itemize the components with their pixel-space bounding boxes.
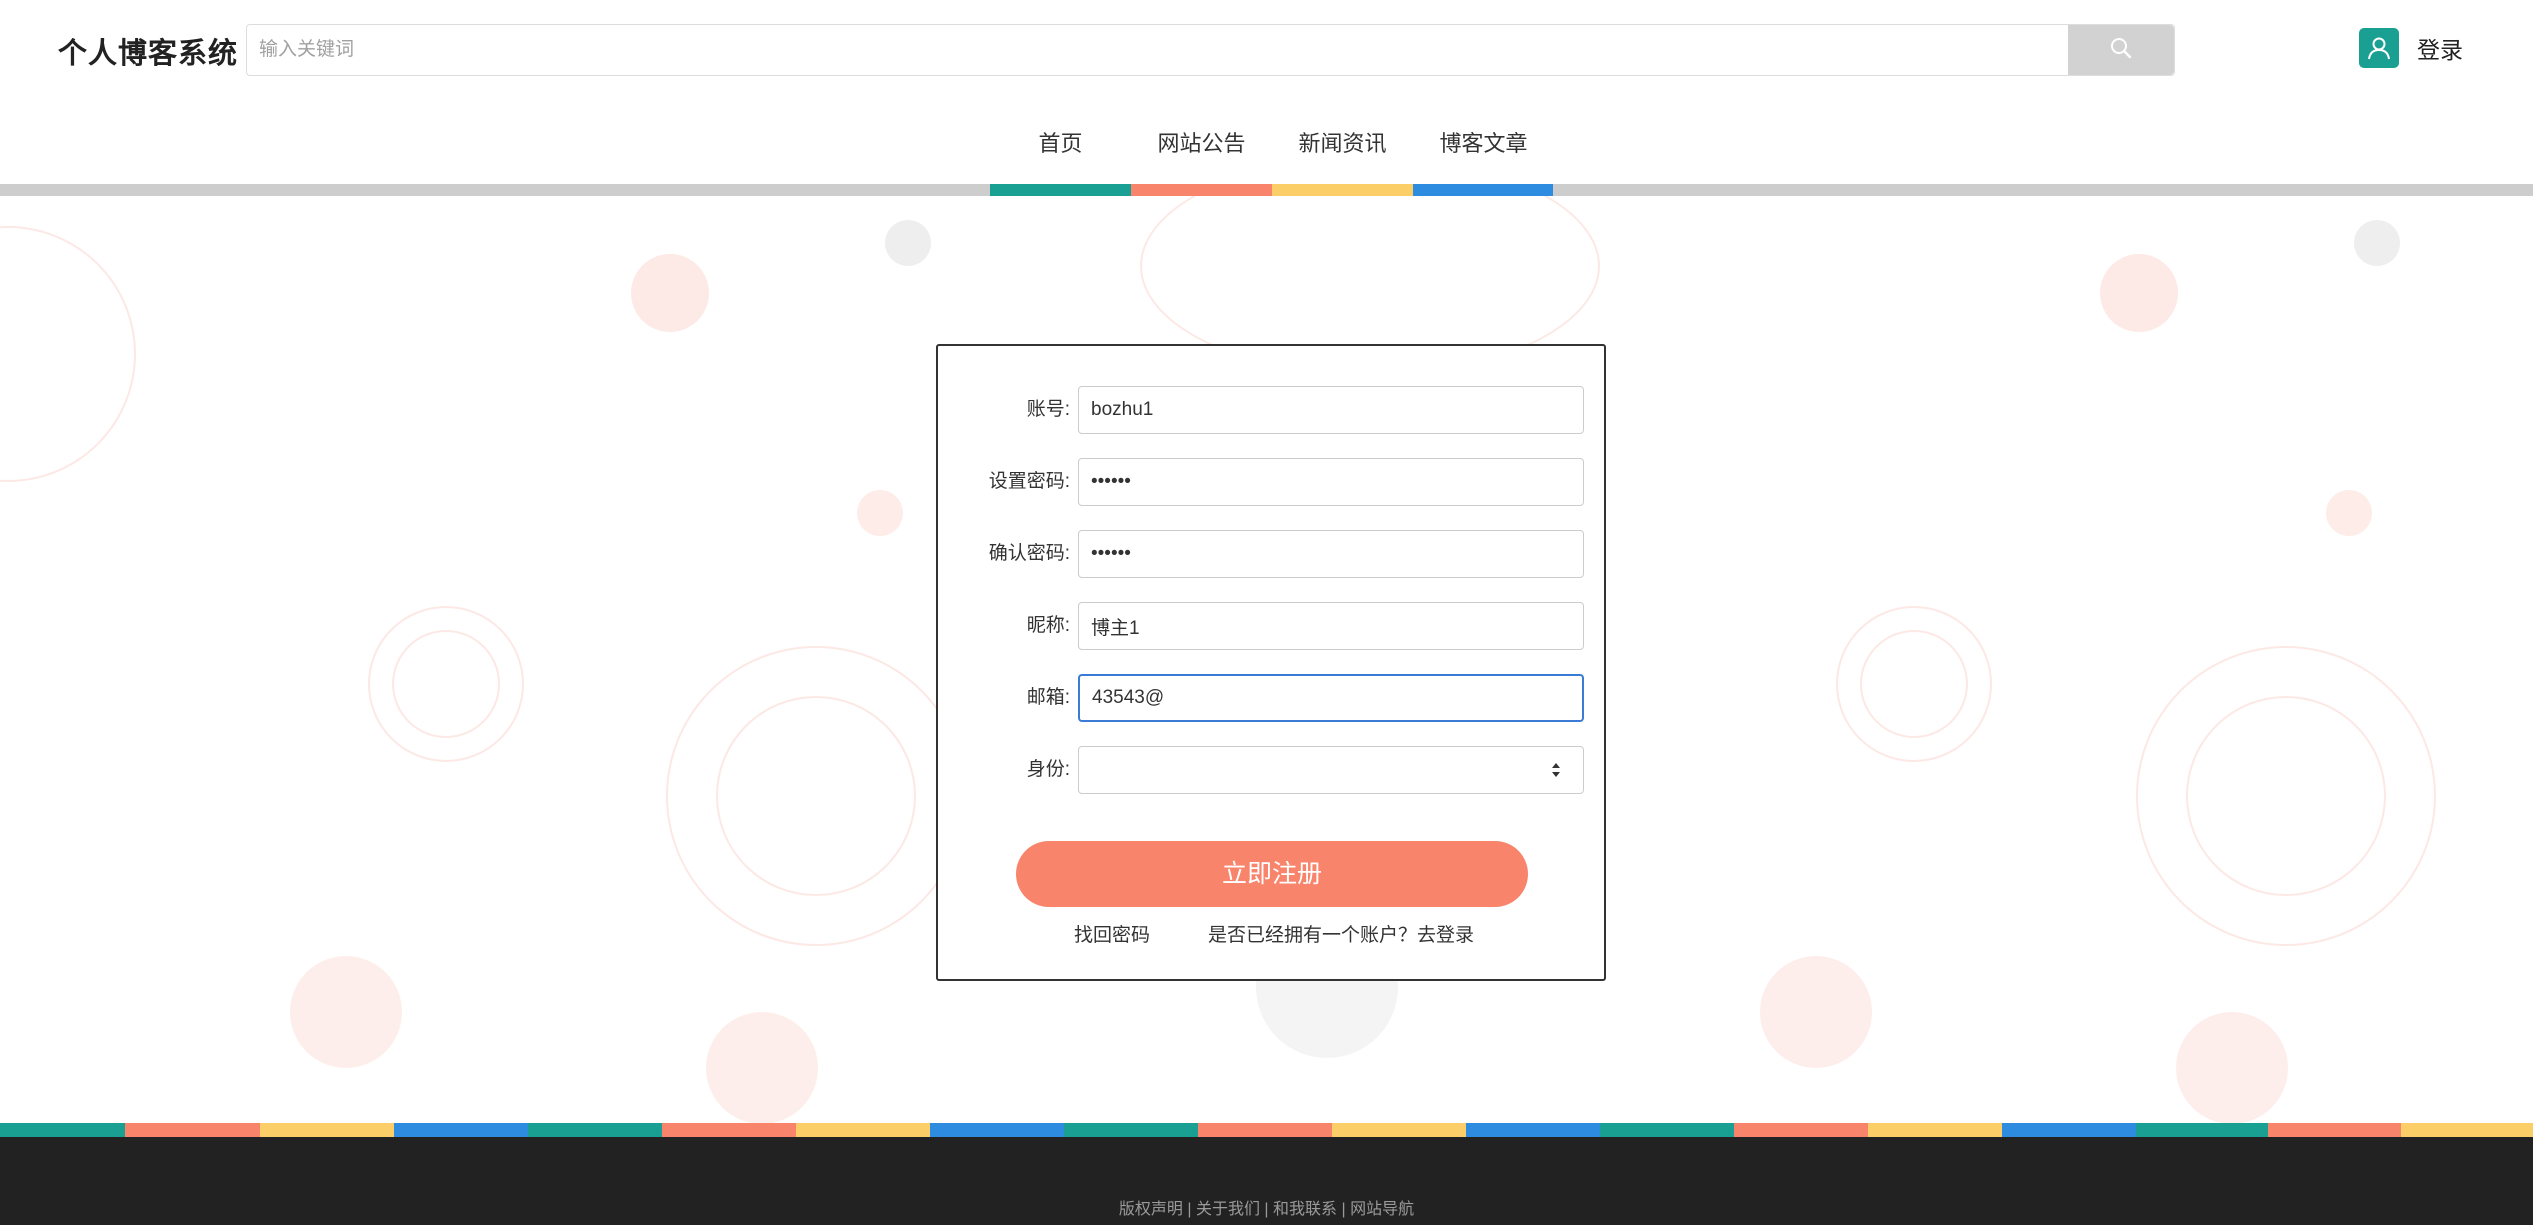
footer-strip-seg — [1600, 1123, 1734, 1137]
confirm-password-label: 确认密码: — [988, 543, 1070, 564]
bg-ring — [392, 630, 500, 738]
nav-underline-news — [1272, 184, 1413, 196]
footer-strip-seg — [528, 1123, 662, 1137]
confirm-password-row: 确认密码: — [938, 530, 1608, 578]
account-row: 账号: — [938, 386, 1608, 434]
login-link[interactable]: 登录 — [2359, 28, 2463, 68]
bg-ring — [1860, 630, 1968, 738]
footer-strip-seg — [1868, 1123, 2002, 1137]
footer-strip-seg — [2268, 1123, 2401, 1137]
email-row: 邮箱: — [938, 674, 1608, 722]
search-button[interactable] — [2068, 25, 2174, 75]
footer-strip-seg — [2401, 1123, 2533, 1137]
footer-strip-seg — [2002, 1123, 2136, 1137]
confirm-password-input[interactable] — [1078, 530, 1584, 578]
email-label: 邮箱: — [1026, 687, 1070, 708]
email-input[interactable] — [1078, 674, 1584, 722]
main-nav: 首页 网站公告 新闻资讯 博客文章 — [0, 120, 2533, 196]
nickname-row: 昵称: — [938, 602, 1608, 650]
registration-form: 账号: 设置密码: 确认密码: 昵称: 邮箱: 身份: 立即注册 找回密码 是否… — [936, 344, 1606, 981]
footer-strip-seg — [930, 1123, 1064, 1137]
bg-ring — [2186, 696, 2386, 896]
role-select[interactable] — [1078, 746, 1584, 794]
bg-dot — [706, 1012, 818, 1123]
footer-strip-seg — [1734, 1123, 1868, 1137]
user-icon — [2359, 28, 2399, 68]
bg-dot — [2326, 490, 2372, 536]
account-label: 账号: — [1026, 399, 1070, 420]
bg-dot — [1760, 956, 1872, 1068]
role-label: 身份: — [1026, 759, 1070, 780]
footer-strip-seg — [260, 1123, 394, 1137]
footer-strip-seg — [394, 1123, 528, 1137]
bg-dot — [2176, 1012, 2288, 1123]
account-input[interactable] — [1078, 386, 1584, 434]
bg-dot — [885, 220, 931, 266]
footer-color-strip — [0, 1123, 2533, 1137]
nav-item-home[interactable]: 首页 — [990, 120, 1131, 168]
go-login-link[interactable]: 是否已经拥有一个账户？去登录 — [1208, 920, 1474, 947]
nickname-label: 昵称: — [1026, 615, 1070, 636]
bg-dot — [2354, 220, 2400, 266]
search-icon — [2109, 36, 2133, 65]
login-label: 登录 — [2417, 37, 2463, 63]
header: 个人博客系统 登录 — [0, 0, 2533, 100]
role-row: 身份: — [938, 746, 1608, 794]
bg-dot — [2100, 254, 2178, 332]
bg-dot — [631, 254, 709, 332]
search-input[interactable] — [247, 25, 2068, 75]
nav-item-news[interactable]: 新闻资讯 — [1272, 120, 1413, 168]
footer-strip-seg — [796, 1123, 930, 1137]
nav-underline-home — [990, 184, 1131, 196]
forgot-password-link[interactable]: 找回密码 — [1074, 920, 1150, 947]
footer-strip-seg — [1064, 1123, 1198, 1137]
password-input[interactable] — [1078, 458, 1584, 506]
footer-strip-seg — [0, 1123, 125, 1137]
nav-underline-announcements — [1131, 184, 1272, 196]
bg-dot — [290, 956, 402, 1068]
footer-links[interactable]: 版权声明 | 关于我们 | 和我联系 | 网站导航 — [0, 1195, 2533, 1219]
footer-strip-seg — [1332, 1123, 1466, 1137]
bg-ring — [716, 696, 916, 896]
footer-strip-seg — [125, 1123, 260, 1137]
footer-strip-seg — [1198, 1123, 1332, 1137]
nav-underline-blog — [1413, 184, 1553, 196]
password-row: 设置密码: — [938, 458, 1608, 506]
footer-strip-seg — [1466, 1123, 1600, 1137]
footer-strip-seg — [662, 1123, 796, 1137]
register-button[interactable]: 立即注册 — [1016, 841, 1528, 907]
nav-item-announcements[interactable]: 网站公告 — [1131, 120, 1272, 168]
bg-ring — [0, 226, 136, 482]
nickname-input[interactable] — [1078, 602, 1584, 650]
password-label: 设置密码: — [988, 471, 1070, 492]
search-box — [246, 24, 2175, 76]
site-title[interactable]: 个人博客系统 — [58, 30, 238, 72]
nav-item-blog-articles[interactable]: 博客文章 — [1413, 120, 1554, 168]
bg-dot — [857, 490, 903, 536]
footer-strip-seg — [2136, 1123, 2268, 1137]
footer: 版权声明 | 关于我们 | 和我联系 | 网站导航 — [0, 1137, 2533, 1225]
select-arrows-icon — [1549, 760, 1563, 780]
